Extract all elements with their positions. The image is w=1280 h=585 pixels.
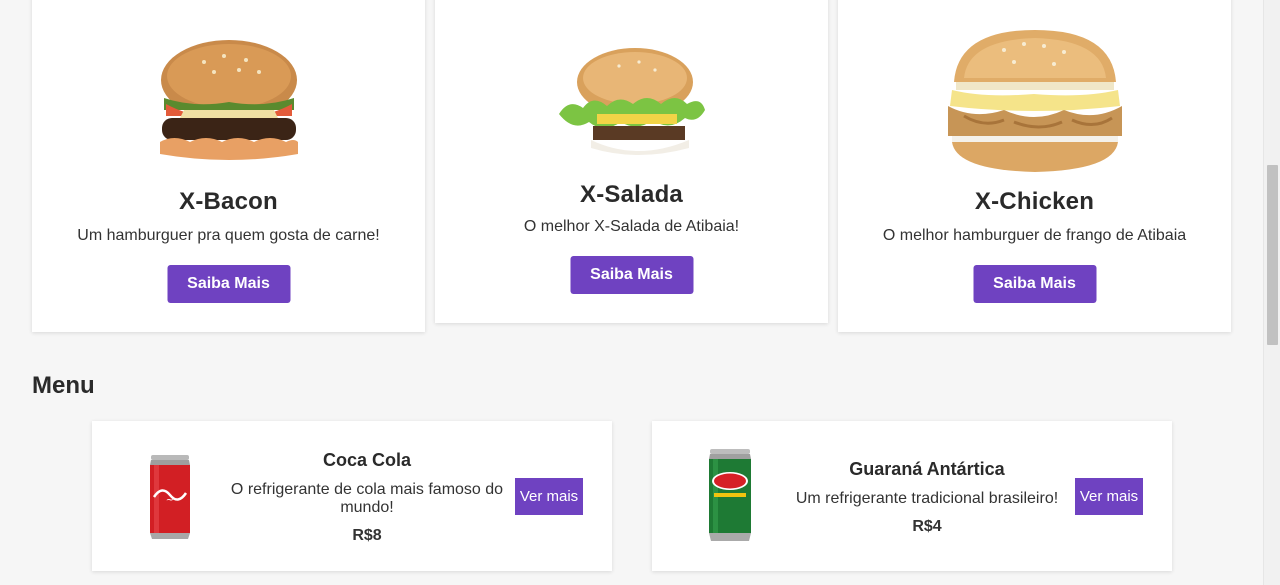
drink-description: Um refrigerante tradicional brasileiro! — [795, 490, 1059, 507]
coca-cola-can-image: ~ — [150, 455, 190, 539]
ver-mais-button-guarana[interactable]: Ver mais — [1075, 478, 1143, 515]
x-bacon-burger-image — [159, 40, 298, 160]
product-description: O melhor hamburguer de frango de Atibaia — [882, 227, 1187, 244]
menu-heading: Menu — [32, 372, 95, 399]
drink-price: R$8 — [352, 527, 382, 544]
product-title: X-Salada — [580, 181, 683, 208]
x-chicken-burger-image — [947, 30, 1122, 172]
svg-text:~: ~ — [166, 495, 174, 506]
product-title: X-Bacon — [179, 188, 278, 215]
page: X-Bacon Um hamburguer pra quem gosta de … — [0, 0, 1280, 585]
drink-info: Coca Cola O refrigerante de cola mais fa… — [222, 450, 512, 545]
menu-item-guarana-antartica: Guaraná Antártica Um refrigerante tradic… — [652, 421, 1172, 571]
menu-item-coca-cola: ~ Coca Cola O refrigerante de cola mais … — [92, 421, 612, 571]
vertical-scrollbar[interactable] — [1263, 0, 1280, 585]
product-card-x-bacon: X-Bacon Um hamburguer pra quem gosta de … — [32, 0, 425, 332]
product-card-x-salada: X-Salada O melhor X-Salada de Atibaia! S… — [435, 0, 828, 323]
saiba-mais-button-x-salada[interactable]: Saiba Mais — [570, 256, 693, 294]
drink-price: R$4 — [912, 518, 942, 535]
x-salada-burger-image — [558, 48, 705, 155]
saiba-mais-button-x-bacon[interactable]: Saiba Mais — [167, 265, 290, 303]
scrollbar-thumb[interactable] — [1267, 165, 1278, 345]
product-description: Um hamburguer pra quem gosta de carne! — [77, 227, 380, 244]
ver-mais-button-coca-cola[interactable]: Ver mais — [515, 478, 583, 515]
guarana-can-image — [709, 449, 751, 541]
product-description: O melhor X-Salada de Atibaia! — [523, 218, 740, 235]
product-card-x-chicken: X-Chicken O melhor hamburguer de frango … — [838, 0, 1231, 332]
drink-name: Guaraná Antártica — [849, 459, 1005, 479]
drink-description: O refrigerante de cola mais famoso do mu… — [230, 481, 504, 516]
drink-info: Guaraná Antártica Um refrigerante tradic… — [792, 459, 1062, 536]
product-title: X-Chicken — [974, 188, 1095, 215]
saiba-mais-button-x-chicken[interactable]: Saiba Mais — [973, 265, 1096, 303]
drink-name: Coca Cola — [322, 450, 412, 470]
